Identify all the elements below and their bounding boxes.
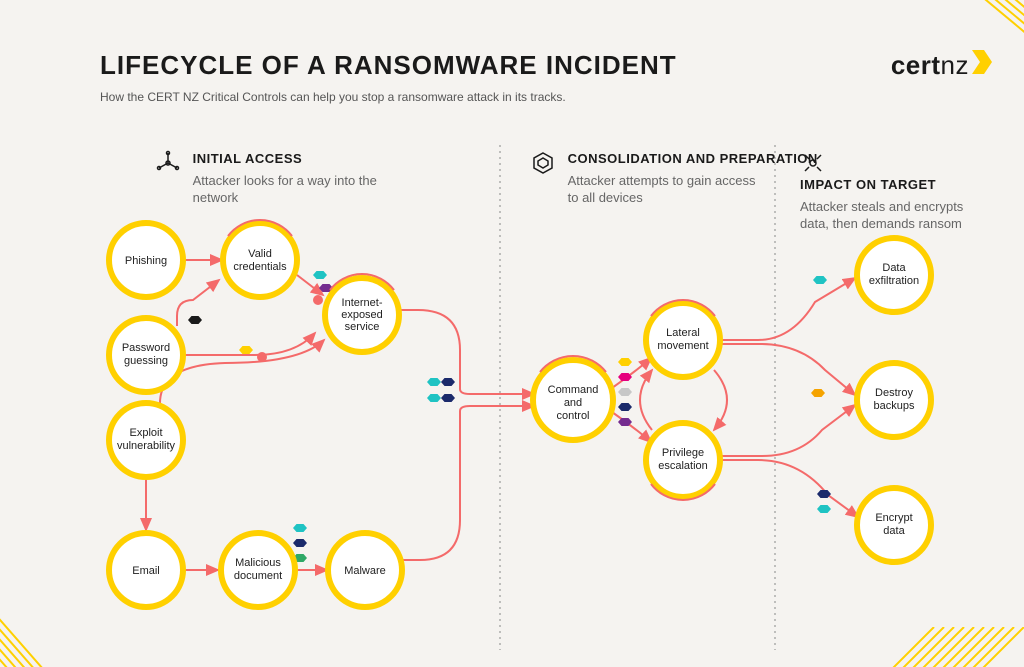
node-command-control: Commandandcontrol xyxy=(533,360,613,440)
svg-text:Malware: Malware xyxy=(344,565,386,577)
svg-text:control: control xyxy=(556,410,589,422)
hex-badges xyxy=(188,271,831,562)
svg-text:Exploit: Exploit xyxy=(129,427,162,439)
svg-text:data: data xyxy=(883,525,905,537)
svg-text:Phishing: Phishing xyxy=(125,255,167,267)
svg-text:Encrypt: Encrypt xyxy=(875,512,912,524)
node-password-guessing: Passwordguessing xyxy=(109,318,183,392)
svg-text:credentials: credentials xyxy=(233,261,287,273)
svg-text:exfiltration: exfiltration xyxy=(869,275,919,287)
orbit-arcs xyxy=(228,220,715,500)
svg-text:Data: Data xyxy=(882,262,906,274)
node-priv-esc: Privilegeescalation xyxy=(646,423,720,497)
edges xyxy=(146,260,858,570)
node-malicious-doc: Maliciousdocument xyxy=(221,533,295,607)
node-valid-credentials: Validcredentials xyxy=(223,223,297,297)
node-internet-exposed: Internet-exposedservice xyxy=(325,278,399,352)
svg-text:and: and xyxy=(564,397,582,409)
svg-text:Internet-: Internet- xyxy=(342,297,383,309)
diagram-page: LIFECYCLE OF A RANSOMWARE INCIDENT How t… xyxy=(0,0,1024,667)
svg-text:Destroy: Destroy xyxy=(875,387,913,399)
svg-text:movement: movement xyxy=(657,340,708,352)
node-malware: Malware xyxy=(328,533,402,607)
svg-text:Privilege: Privilege xyxy=(662,447,704,459)
svg-text:service: service xyxy=(345,321,380,333)
node-exploit-vuln: Exploitvulnerability xyxy=(109,403,183,477)
svg-text:Email: Email xyxy=(132,565,160,577)
svg-text:Command: Command xyxy=(548,384,599,396)
node-email: Email xyxy=(109,533,183,607)
nodes: Phishing Validcredentials Internet-expos… xyxy=(109,223,931,607)
svg-text:Valid: Valid xyxy=(248,248,272,260)
node-encrypt-data: Encryptdata xyxy=(857,488,931,562)
diagram-canvas: Phishing Validcredentials Internet-expos… xyxy=(0,0,1024,667)
node-phishing: Phishing xyxy=(109,223,183,297)
svg-text:Malicious: Malicious xyxy=(235,557,281,569)
node-lateral-movement: Lateralmovement xyxy=(646,303,720,377)
svg-text:document: document xyxy=(234,570,282,582)
svg-text:exposed: exposed xyxy=(341,309,383,321)
svg-text:backups: backups xyxy=(874,400,915,412)
svg-text:escalation: escalation xyxy=(658,460,708,472)
svg-text:Lateral: Lateral xyxy=(666,327,700,339)
svg-text:guessing: guessing xyxy=(124,355,168,367)
node-data-exfil: Dataexfiltration xyxy=(857,238,931,312)
svg-text:Password: Password xyxy=(122,342,170,354)
svg-text:vulnerability: vulnerability xyxy=(117,440,176,452)
node-destroy-backups: Destroybackups xyxy=(857,363,931,437)
